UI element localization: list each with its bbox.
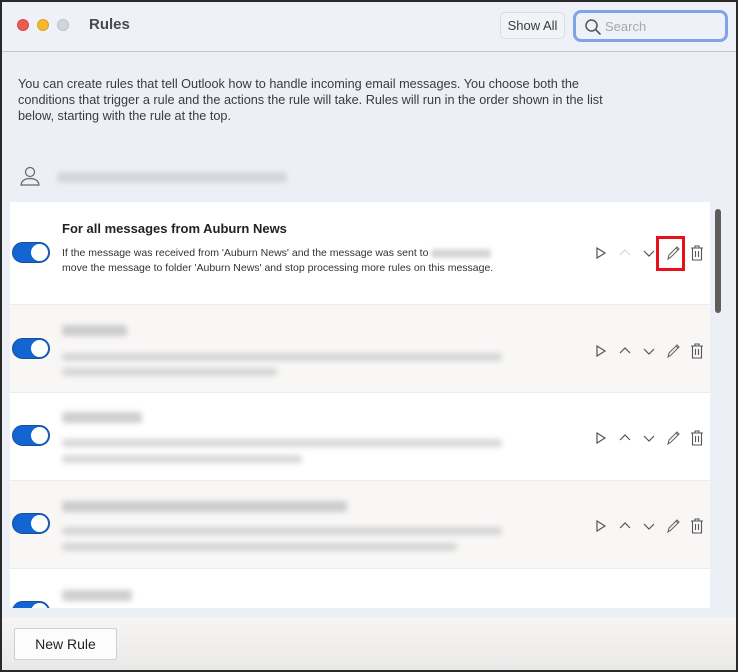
edit-rule-button[interactable]	[664, 243, 682, 263]
move-up-button[interactable]	[616, 243, 634, 263]
edit-rule-button[interactable]	[664, 341, 682, 361]
move-up-button[interactable]	[616, 341, 634, 361]
rule-row[interactable]	[10, 569, 710, 608]
run-rule-button[interactable]	[592, 516, 610, 536]
pencil-icon	[667, 519, 680, 534]
trash-icon	[691, 343, 703, 359]
close-window-button[interactable]	[17, 19, 29, 31]
rule-description-redacted	[62, 543, 457, 551]
rule-enabled-toggle[interactable]	[12, 425, 50, 446]
move-up-button[interactable]	[616, 516, 634, 536]
rule-enabled-toggle[interactable]	[12, 513, 50, 534]
delete-rule-button[interactable]	[688, 516, 706, 536]
trash-icon	[691, 430, 703, 446]
rule-title: For all messages from Auburn News	[62, 221, 287, 236]
person-icon	[19, 165, 41, 187]
delete-rule-button[interactable]	[688, 428, 706, 448]
rule-title-redacted	[62, 325, 127, 336]
search-field[interactable]	[573, 10, 728, 42]
search-input[interactable]	[605, 16, 720, 36]
rule-actions	[592, 243, 704, 263]
rule-description-redacted	[62, 439, 502, 447]
move-down-button[interactable]	[640, 428, 658, 448]
rule-enabled-toggle[interactable]	[12, 601, 50, 608]
delete-rule-button[interactable]	[688, 243, 706, 263]
delete-rule-button[interactable]	[688, 341, 706, 361]
run-rule-button[interactable]	[592, 243, 610, 263]
pencil-icon	[667, 431, 680, 446]
rule-description-redacted	[62, 455, 302, 463]
rule-actions	[592, 428, 704, 448]
recipient-redacted	[431, 248, 492, 258]
pencil-icon	[667, 246, 680, 261]
edit-rule-button[interactable]	[664, 516, 682, 536]
rules-list-scrollbar[interactable]	[715, 209, 721, 313]
move-up-button[interactable]	[616, 428, 634, 448]
rule-title-redacted	[62, 501, 347, 512]
move-down-button[interactable]	[640, 341, 658, 361]
title-bar: Rules Show All	[2, 2, 736, 52]
run-rule-button[interactable]	[592, 341, 610, 361]
rules-window: Rules Show All You can create rules that…	[0, 0, 738, 672]
rule-description-redacted	[62, 353, 502, 361]
account-email-redacted	[57, 172, 287, 183]
trash-icon	[691, 245, 703, 261]
rule-row[interactable]	[10, 393, 710, 481]
account-row	[2, 152, 736, 202]
rule-row[interactable]	[10, 305, 710, 393]
rule-row[interactable]: For all messages from Auburn News If the…	[10, 202, 710, 305]
rule-description-part2: move the message to folder 'Auburn News'…	[62, 261, 494, 274]
window-title: Rules	[89, 16, 130, 33]
new-rule-button[interactable]: New Rule	[14, 628, 117, 660]
move-down-button[interactable]	[640, 516, 658, 536]
rule-enabled-toggle[interactable]	[12, 242, 50, 263]
trash-icon	[691, 518, 703, 534]
search-icon	[584, 18, 602, 36]
rule-actions	[592, 516, 704, 536]
rules-description: You can create rules that tell Outlook h…	[18, 77, 603, 123]
rules-list: For all messages from Auburn News If the…	[10, 202, 710, 608]
rule-description-part1: If the message was received from 'Auburn…	[62, 247, 429, 259]
rule-row[interactable]	[10, 481, 710, 569]
footer-bar: New Rule	[2, 618, 736, 670]
move-down-button[interactable]	[640, 243, 658, 263]
zoom-window-button[interactable]	[57, 19, 69, 31]
edit-rule-button[interactable]	[664, 428, 682, 448]
run-rule-button[interactable]	[592, 428, 610, 448]
rule-actions	[592, 341, 704, 361]
show-all-button[interactable]: Show All	[500, 12, 565, 39]
pencil-icon	[667, 344, 680, 359]
rule-description-redacted	[62, 527, 502, 535]
rule-description: If the message was received from 'Auburn…	[62, 246, 512, 275]
rule-title-redacted	[62, 590, 132, 601]
rule-enabled-toggle[interactable]	[12, 338, 50, 359]
rule-description-redacted	[62, 368, 277, 376]
minimize-window-button[interactable]	[37, 19, 49, 31]
rule-title-redacted	[62, 412, 142, 423]
